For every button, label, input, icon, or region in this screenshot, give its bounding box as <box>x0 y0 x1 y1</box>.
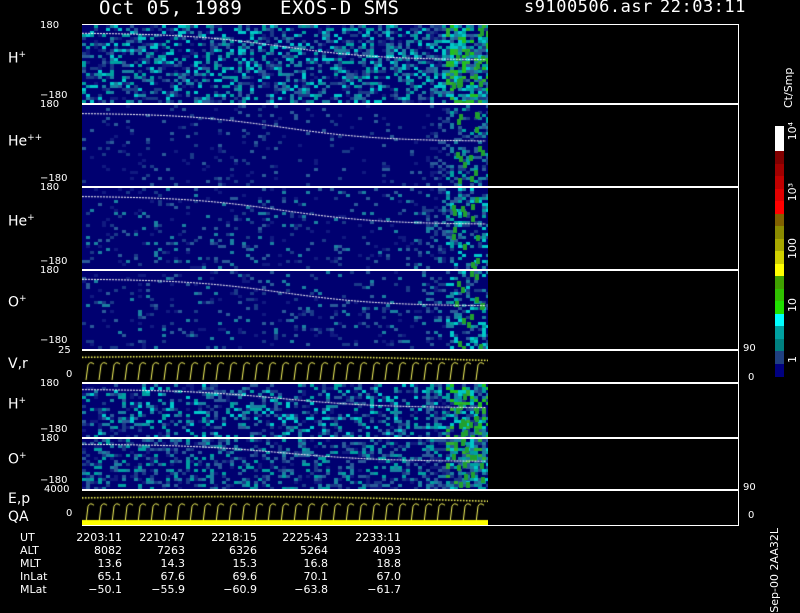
ephemeris-value: 7263 <box>157 544 185 557</box>
panel-h-label: H+ <box>8 50 27 67</box>
ephemeris-value: 4093 <box>373 544 401 557</box>
colorbar-cell <box>775 151 784 164</box>
colorbar-cell <box>775 238 784 252</box>
ephemeris-value: −61.7 <box>367 583 401 596</box>
lower-h-label: H+ <box>8 396 27 413</box>
panel-h-ymax: 180 <box>40 20 60 31</box>
colorbar-cell <box>775 138 784 152</box>
ephemeris-value: 67.6 <box>160 570 186 583</box>
colorbar-tick-1000: 10³ <box>786 183 799 202</box>
colorbar-cell <box>775 188 784 202</box>
vr-ymin: 0 <box>66 369 73 380</box>
header-filename: s9100506.asr <box>524 0 653 17</box>
ephemeris-value: 5264 <box>300 544 328 557</box>
ephemeris-value: 2210:47 <box>139 531 185 544</box>
colorbar-cell <box>775 176 784 189</box>
panel-he1-label: He+ <box>8 213 35 230</box>
lower-o-label: O+ <box>8 451 27 468</box>
lower-o-ymax: 180 <box>40 433 60 444</box>
spectrogram-h-lower <box>82 384 488 437</box>
ephemeris-value: 2225:43 <box>282 531 328 544</box>
ep-ymin: 0 <box>66 508 73 519</box>
colorbar-tick-10000: 10⁴ <box>786 122 799 141</box>
colorbar-tick-100: 100 <box>786 238 799 259</box>
ephemeris-value: −50.1 <box>88 583 122 596</box>
ep-label: E,p <box>8 491 31 507</box>
colorbar-cell <box>775 263 784 277</box>
vr-label: V,r <box>8 356 28 372</box>
ep-right-bottom: 0 <box>748 510 755 521</box>
colorbar-cell <box>775 301 784 314</box>
header-date: Oct 05, 1989 <box>99 0 243 19</box>
ephemeris-value: 16.8 <box>303 557 329 570</box>
colorbar-cell <box>775 363 784 377</box>
panel-o-ymax: 180 <box>40 265 60 276</box>
colorbar-tick-10: 10 <box>786 298 799 312</box>
ephemeris-value: −55.9 <box>151 583 185 596</box>
colorbar-cell <box>775 163 784 177</box>
spectrogram-o-lower <box>82 439 488 489</box>
colorbar-cell <box>775 201 784 214</box>
vr-right-top: 90 <box>743 343 756 354</box>
colorbar-cell <box>775 338 784 352</box>
vr-plot <box>82 351 488 382</box>
ephemeris-value: 2218:15 <box>211 531 257 544</box>
ephemeris-value: 70.1 <box>303 570 329 583</box>
ephemeris-value: 65.1 <box>97 570 123 583</box>
ep-ymax: 4000 <box>44 484 70 495</box>
ep-plot <box>82 491 488 525</box>
panel-he2-ymax: 180 <box>40 99 60 110</box>
spectrogram-h <box>82 25 488 103</box>
ephemeris-value: 15.3 <box>232 557 258 570</box>
colorbar-cell <box>775 251 784 264</box>
colorbar-unit: Ct/Smp <box>782 67 795 108</box>
panel-he1-ymax: 180 <box>40 182 60 193</box>
colorbar-cell <box>775 276 784 289</box>
colorbar <box>775 126 784 377</box>
ephemeris-value: 67.0 <box>376 570 402 583</box>
ephemeris-value: −63.8 <box>294 583 328 596</box>
lower-h-ymax: 180 <box>40 378 60 389</box>
ephemeris-value: 2203:11 <box>76 531 122 544</box>
panel-o-label: O+ <box>8 294 27 311</box>
ephemeris-label: MLat <box>20 583 47 596</box>
ephemeris-value: 8082 <box>94 544 122 557</box>
vr-right-bottom: 0 <box>748 372 755 383</box>
ephemeris-table: UT 2203:11 2210:47 2218:15 2225:43 2233:11 ALT… <box>0 531 480 600</box>
header-time: 22:03:11 <box>660 0 746 17</box>
colorbar-cell <box>775 213 784 227</box>
spectrogram-he2 <box>82 105 488 186</box>
ephemeris-label: MLT <box>20 557 41 570</box>
colorbar-cell <box>775 226 784 239</box>
ephemeris-value: −60.9 <box>223 583 257 596</box>
ephemeris-label: UT <box>20 531 35 544</box>
qa-label: QA <box>8 509 29 525</box>
ephemeris-value: 6326 <box>229 544 257 557</box>
colorbar-cell <box>775 126 784 139</box>
ep-right-top: 90 <box>743 482 756 493</box>
colorbar-tick-1: 1 <box>786 356 799 363</box>
colorbar-cell <box>775 313 784 327</box>
colorbar-cell <box>775 351 784 364</box>
colorbar-cell <box>775 288 784 302</box>
spectrogram-he1 <box>82 188 488 269</box>
ephemeris-value: 69.6 <box>232 570 258 583</box>
panel-he2-label: He++ <box>8 133 43 150</box>
header-mission: EXOS-D SMS <box>280 0 400 19</box>
ephemeris-value: 18.8 <box>376 557 402 570</box>
ephemeris-label: InLat <box>20 570 48 583</box>
ephemeris-value: 13.6 <box>97 557 123 570</box>
vr-ymax: 25 <box>58 345 71 356</box>
colorbar-cell <box>775 326 784 339</box>
spectrogram-o <box>82 271 488 349</box>
ephemeris-value: 2233:11 <box>355 531 401 544</box>
ephemeris-label: ALT <box>20 544 39 557</box>
ephemeris-value: 14.3 <box>160 557 186 570</box>
